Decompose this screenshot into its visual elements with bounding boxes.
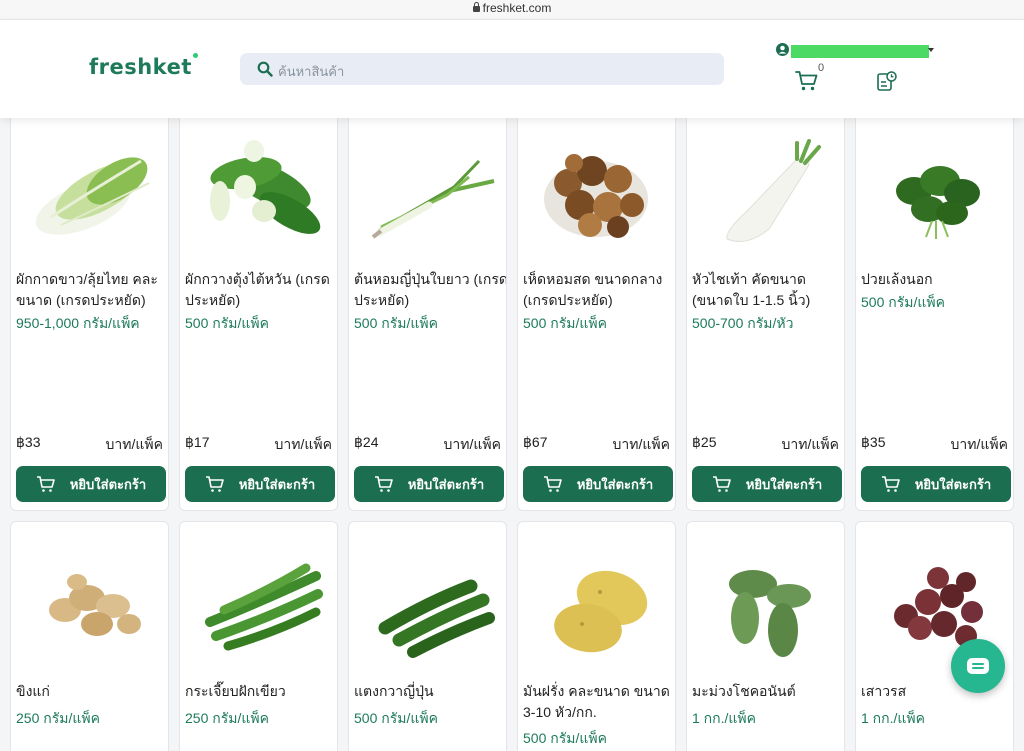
cart-icon (712, 476, 731, 492)
cart-icon (374, 476, 393, 492)
add-to-cart-label: หยิบใส่ตะกร้า (407, 476, 485, 492)
product-name[interactable]: มะม่วงโชคอนันต์ (692, 681, 844, 702)
product-size: 1 กก./แพ็ค (861, 710, 926, 726)
search-icon (257, 61, 273, 77)
bok-choy-image (210, 140, 321, 234)
product-price-unit: บาท/แพ็ค (105, 436, 163, 452)
product-card[interactable]: ขิงแก่ 250 กรัม/แพ็ค (10, 521, 169, 751)
okra-image (205, 563, 323, 651)
product-card[interactable]: ปวยเล้งนอก 500 กรัม/แพ็ค ฿35 บาท/แพ็ค หย… (855, 110, 1014, 511)
product-price-unit: บาท/แพ็ค (950, 436, 1008, 452)
product-size: 250 กรัม/แพ็ค (185, 710, 269, 726)
product-size: 950-1,000 กรัม/แพ็ค (16, 315, 140, 331)
product-size: 500 กรัม/แพ็ค (354, 710, 438, 726)
cart-icon (205, 476, 224, 492)
cart-icon (543, 476, 562, 492)
product-price: ฿25 (692, 434, 717, 450)
add-to-cart-label: หยิบใส่ตะกร้า (69, 476, 147, 492)
user-name-redacted (791, 45, 929, 58)
cart-icon (36, 476, 55, 492)
potato-image (554, 570, 648, 653)
cart-icon[interactable] (795, 70, 819, 92)
cart-icon (881, 476, 900, 492)
chat-button[interactable] (951, 639, 1005, 693)
mango-image (729, 570, 811, 657)
product-card[interactable]: กระเจี๊ยบฝักเขียว 250 กรัม/แพ็ค (179, 521, 338, 751)
chevron-down-icon (928, 48, 934, 52)
product-price-unit: บาท/แพ็ค (443, 436, 501, 452)
product-name[interactable]: ปวยเล้งนอก (861, 269, 1013, 290)
product-size: 500 กรัม/แพ็ค (523, 730, 607, 746)
product-name[interactable]: แตงกวาญี่ปุ่น (354, 681, 506, 702)
add-to-cart-label: หยิบใส่ตะกร้า (914, 476, 992, 492)
product-size: 250 กรัม/แพ็ค (16, 710, 100, 726)
logo-dot (192, 53, 198, 58)
cart-count: 0 (818, 62, 825, 74)
product-size: 500-700 กรัม/หัว (692, 315, 794, 331)
product-size: 500 กรัม/แพ็ค (861, 294, 945, 310)
ginger-image (49, 574, 141, 636)
product-name[interactable]: หัวไชเท้า คัดขนาด (ขนาดใบ 1-1.5 นิ้ว) (692, 269, 844, 311)
product-card[interactable]: แตงกวาญี่ปุ่น 500 กรัม/แพ็ค (348, 521, 507, 751)
product-name[interactable]: กระเจี๊ยบฝักเขียว (185, 681, 337, 702)
product-size: 500 กรัม/แพ็ค (354, 315, 438, 331)
spinach-image (896, 166, 980, 239)
add-to-cart-button[interactable]: หยิบใส่ตะกร้า (692, 466, 842, 502)
product-price-unit: บาท/แพ็ค (781, 436, 839, 452)
japanese-leek-image (371, 159, 495, 239)
product-price: ฿33 (16, 434, 41, 450)
freshket-logo[interactable]: freshket (89, 53, 198, 79)
product-card[interactable]: มะม่วงโชคอนันต์ 1 กก./แพ็ค (686, 521, 845, 751)
product-name[interactable]: มันฝรั่ง คละขนาด ขนาด 3-10 หัว/กก. (523, 681, 675, 723)
product-size: 500 กรัม/แพ็ค (523, 315, 607, 331)
search-input[interactable]: ค้นหาสินค้า (240, 53, 724, 85)
product-name[interactable]: ผักกวางตุ้งไต้หวัน (เกรดประหยัด) (185, 269, 337, 311)
product-card[interactable]: หัวไชเท้า คัดขนาด (ขนาดใบ 1-1.5 นิ้ว) 50… (686, 110, 845, 511)
add-to-cart-label: หยิบใส่ตะกร้า (576, 476, 654, 492)
search-placeholder: ค้นหาสินค้า (278, 64, 345, 79)
product-card[interactable]: ต้นหอมญี่ปุ่นใบยาว (เกรดประหยัด) 500 กรั… (348, 110, 507, 511)
napa-cabbage-image (35, 157, 150, 235)
product-size: 1 กก./แพ็ค (692, 710, 757, 726)
product-card[interactable]: ผักกาดขาว/ลุ้ยไทย คละขนาด (เกรดประหยัด) … (10, 110, 169, 511)
product-price-unit: บาท/แพ็ค (612, 436, 670, 452)
product-size: 500 กรัม/แพ็ค (185, 315, 269, 331)
product-card[interactable]: เสาวรส 1 กก./แพ็ค (855, 521, 1014, 751)
product-name[interactable]: ขิงแก่ (16, 681, 168, 702)
site-header: freshket ค้นหาสินค้า 0 (0, 20, 1024, 118)
product-price: ฿35 (861, 434, 886, 450)
add-to-cart-label: หยิบใส่ตะกร้า (238, 476, 316, 492)
order-history-icon[interactable] (876, 70, 898, 92)
product-card[interactable]: มันฝรั่ง คละขนาด ขนาด 3-10 หัว/กก. 500 ก… (517, 521, 676, 751)
add-to-cart-button[interactable]: หยิบใส่ตะกร้า (861, 466, 1011, 502)
lock-icon (472, 2, 480, 12)
product-name[interactable]: ผักกาดขาว/ลุ้ยไทย คละขนาด (เกรดประหยัด) (16, 269, 168, 311)
logo-text: freshket (89, 55, 192, 79)
cucumber-image (378, 579, 495, 658)
product-name[interactable]: ต้นหอมญี่ปุ่นใบยาว (เกรดประหยัด) (354, 269, 506, 311)
add-to-cart-button[interactable]: หยิบใส่ตะกร้า (185, 466, 335, 502)
add-to-cart-button[interactable]: หยิบใส่ตะกร้า (16, 466, 166, 502)
shiitake-image (544, 154, 648, 238)
product-name[interactable]: เห็ดหอมสด ขนาดกลาง (เกรดประหยัด) (523, 269, 675, 311)
add-to-cart-button[interactable]: หยิบใส่ตะกร้า (523, 466, 673, 502)
browser-url-bar[interactable]: freshket.com (0, 0, 1024, 20)
add-to-cart-button[interactable]: หยิบใส่ตะกร้า (354, 466, 504, 502)
product-price-unit: บาท/แพ็ค (274, 436, 332, 452)
daikon-image (726, 139, 821, 242)
chat-icon (967, 658, 989, 674)
product-card[interactable]: เห็ดหอมสด ขนาดกลาง (เกรดประหยัด) 500 กรั… (517, 110, 676, 511)
product-price: ฿24 (354, 434, 379, 450)
user-icon (776, 43, 789, 56)
browser-url: freshket.com (482, 1, 552, 15)
add-to-cart-label: หยิบใส่ตะกร้า (745, 476, 823, 492)
product-card[interactable]: ผักกวางตุ้งไต้หวัน (เกรดประหยัด) 500 กรั… (179, 110, 338, 511)
product-price: ฿17 (185, 434, 210, 450)
product-price: ฿67 (523, 434, 548, 450)
